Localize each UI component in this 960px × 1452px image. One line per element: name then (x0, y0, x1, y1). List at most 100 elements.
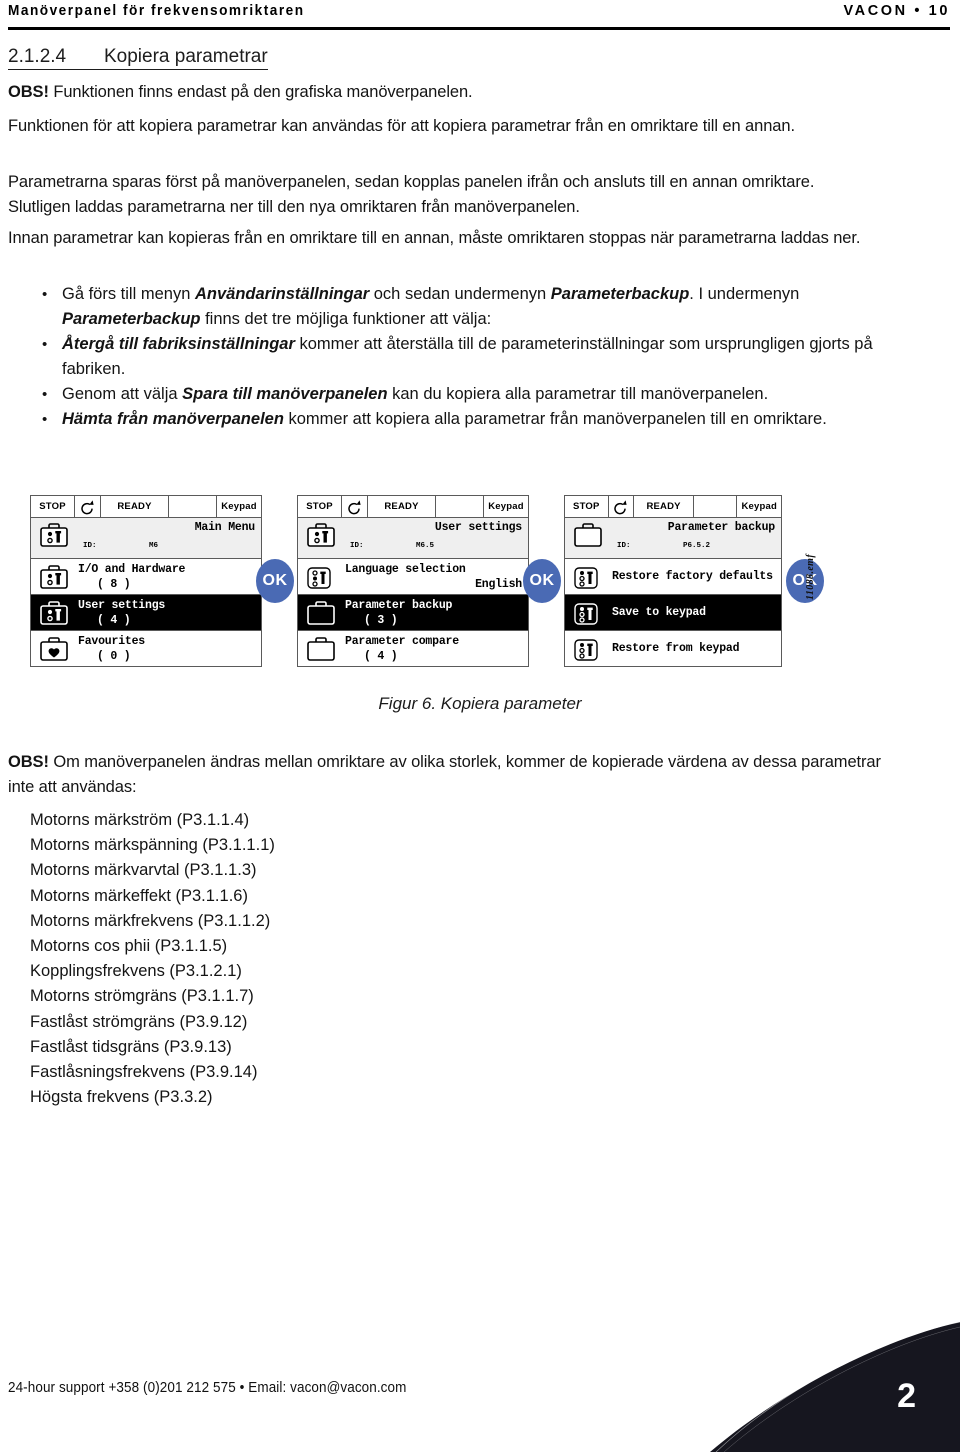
toolbox-plain-icon (304, 600, 338, 626)
menu-row[interactable]: Parameter compare ( 4 ) (298, 631, 528, 666)
list-item: • Hämta från manöverpanelen kommer att ko… (36, 407, 876, 432)
menu-row-selected[interactable]: Parameter backup ( 3 ) (298, 595, 528, 631)
header-brand-right: VACON • 10 (843, 3, 950, 19)
menu-row[interactable]: Language selection English (298, 559, 528, 595)
toolbox-heart-icon (37, 636, 71, 662)
document-page: Manöverpanel för frekvensomriktaren VACO… (0, 0, 960, 1452)
paragraph-3: Innan parametrar kan kopieras från en om… (8, 229, 861, 247)
section-heading: 2.1.2.4 Kopiera parametrar (8, 46, 950, 70)
status-keypad: Keypad (741, 501, 777, 512)
body-text: Genom att välja (62, 385, 183, 403)
ok-button-2[interactable]: OK (523, 559, 561, 603)
menu-row[interactable]: I/O and Hardware ( 8 ) (31, 559, 261, 595)
list-item: • Återgå till fabriksinställningar kommer… (36, 332, 876, 382)
menu-row[interactable]: Restore from keypad (565, 631, 781, 666)
note-1-bold: OBS! (8, 83, 49, 101)
section-number: 2.1.2.4 (8, 46, 104, 70)
panel-title: Main Menu (194, 521, 256, 534)
toolbox-params-icon (304, 522, 338, 548)
rotate-arrow-icon (609, 496, 635, 517)
menu-row-selected[interactable]: User settings ( 4 ) (31, 595, 261, 631)
panel-title: User settings (434, 521, 522, 534)
menu-row[interactable]: Restore factory defaults (565, 559, 781, 595)
panel-id-value: M6 (149, 542, 159, 550)
emphasis-text: Spara till manöverpanelen (182, 385, 388, 403)
parameter-list-item: Motorns märkvarvtal (P3.1.1.3) (30, 861, 257, 880)
panel-id-label: ID: (83, 542, 97, 550)
emphasis-text: Användarinställningar (194, 285, 370, 303)
status-blank (436, 496, 484, 517)
menu-row-count: ( 4 ) (97, 614, 131, 627)
menu-row-label: Parameter backup (345, 599, 453, 612)
menu-row-label: Restore from keypad (612, 642, 740, 655)
panel-id-value: P6.5.2 (683, 542, 711, 550)
toolbox-plain-icon (571, 522, 605, 548)
ok-button-1[interactable]: OK (256, 559, 294, 603)
bullet-dot-icon: • (42, 286, 48, 303)
paragraph-1: Funktionen för att kopiera parametrar ka… (8, 117, 795, 135)
bullet-dot-icon: • (42, 386, 48, 403)
menu-row-count: ( 0 ) (97, 650, 131, 663)
parameter-list-item: Fastlåsningsfrekvens (P3.9.14) (30, 1063, 258, 1082)
parameter-list-item: Motorns märkfrekvens (P3.1.1.2) (30, 911, 271, 930)
parameter-list-item: Motorns märkström (P3.1.1.4) (30, 811, 250, 829)
figure-source-label: 11088.emf (805, 553, 816, 600)
toolbox-params-icon (37, 522, 71, 548)
body-text: kommer att kopiera alla parametrar från … (283, 410, 827, 428)
body-text: . I undermenyn (689, 285, 800, 303)
panel-title-row: User settings ID: M6.5 (298, 518, 528, 559)
menu-row-label: Save to keypad (612, 606, 706, 619)
menu-row[interactable]: Favourites ( 0 ) (31, 631, 261, 666)
status-stop: STOP (31, 496, 75, 517)
note-paragraph-2: OBS! Om manöverpanelen ändras mellan omr… (8, 750, 908, 800)
bullet-list: • Gå förs till menyn Användarinställninga… (36, 282, 876, 432)
keypad-screen: STOP READY Keypad Parameter backup ID: P… (564, 495, 782, 667)
header-rule (8, 27, 950, 30)
bullet-dot-icon: • (42, 336, 48, 353)
running-header: Manöverpanel för frekvensomriktaren VACO… (0, 0, 960, 34)
section-title: Kopiera parametrar (104, 46, 268, 70)
keypad-screen: STOP READY Keypad Main Menu ID: M6 I/O a… (30, 495, 262, 667)
figure-keypad-screens: STOP READY Keypad Main Menu ID: M6 I/O a… (0, 495, 960, 695)
menu-row-count: ( 3 ) (364, 614, 398, 627)
parameter-list-item: Motorns strömgräns (P3.1.1.7) (30, 987, 254, 1006)
note-paragraph-1: OBS! Funktionen finns endast på den graf… (8, 80, 864, 105)
keypad-screen: STOP READY Keypad User settings ID: M6.5 (297, 495, 529, 667)
body-text: finns det tre möjliga funktioner att väl… (200, 310, 492, 328)
menu-row-label: I/O and Hardware (78, 563, 186, 576)
status-ready: READY (101, 496, 169, 517)
keypad-panel-3: STOP READY Keypad Parameter backup ID: P… (564, 495, 782, 667)
emphasis-text: Parameterbackup (62, 310, 201, 328)
panel-title: Parameter backup (667, 521, 775, 534)
bullet-dot-icon: • (42, 411, 48, 428)
parameter-list-item: Motorns märkeffekt (P3.1.1.6) (30, 886, 248, 905)
status-bar: STOP READY Keypad (31, 496, 261, 518)
menu-row-label: Parameter compare (345, 635, 459, 648)
menu-row-value: English (475, 578, 522, 591)
body-text: kan du kopiera alla parametrar till manö… (387, 385, 769, 403)
menu-row-label: Favourites (78, 635, 146, 648)
keypad-panel-1: STOP READY Keypad Main Menu ID: M6 I/O a… (30, 495, 262, 667)
body-text: Gå förs till menyn (62, 285, 195, 303)
note-1-rest: Funktionen finns endast på den grafiska … (48, 83, 473, 101)
menu-row-label: Language selection (345, 563, 466, 576)
menu-row-count: ( 8 ) (97, 578, 131, 591)
toolbox-params-icon (571, 600, 605, 626)
rotate-arrow-icon (342, 496, 368, 517)
panel-id-value: M6.5 (416, 542, 435, 550)
toolbox-params-icon (571, 636, 605, 662)
parameter-list-item: Kopplingsfrekvens (P3.1.2.1) (30, 962, 242, 981)
parameter-list: Motorns märkström (P3.1.1.4) Motorns mär… (30, 808, 630, 1110)
menu-row-label: Restore factory defaults (612, 570, 773, 583)
emphasis-text: Parameterbackup (550, 285, 690, 303)
emphasis-text: Återgå till fabriksinställningar (62, 335, 295, 353)
list-item: • Gå förs till menyn Användarinställninga… (36, 282, 876, 332)
toolbox-params-icon (37, 600, 71, 626)
footer-corner-graphic (700, 1322, 960, 1452)
parameter-list-item: Motorns cos phii (P3.1.1.5) (30, 937, 228, 956)
toolbox-params-icon (37, 564, 71, 590)
rotate-arrow-icon (75, 496, 101, 517)
footer-support-text: 24-hour support +358 (0)201 212 575 • Em… (8, 1380, 407, 1396)
status-ready: READY (368, 496, 436, 517)
menu-row-selected[interactable]: Save to keypad (565, 595, 781, 631)
